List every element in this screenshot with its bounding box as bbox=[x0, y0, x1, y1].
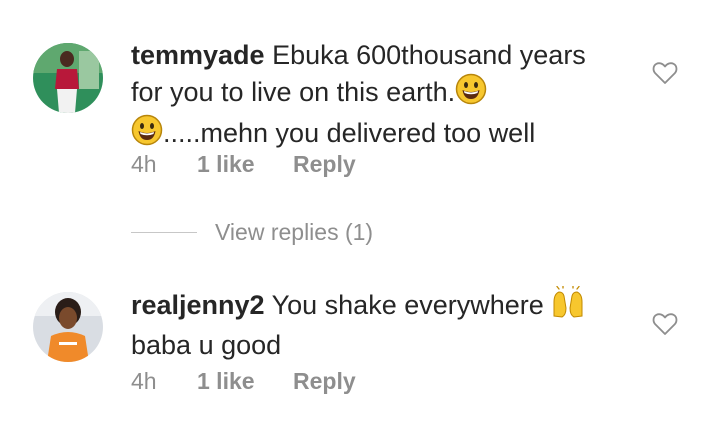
username[interactable]: temmyade bbox=[131, 40, 265, 70]
avatar[interactable] bbox=[33, 292, 103, 362]
grinning-face-icon bbox=[131, 114, 163, 155]
username[interactable]: realjenny2 bbox=[131, 290, 265, 320]
like-count[interactable]: 1 like bbox=[197, 151, 293, 178]
reply-button[interactable]: Reply bbox=[293, 368, 356, 395]
view-replies-button[interactable]: View replies (1) bbox=[131, 219, 373, 246]
timestamp: 4h bbox=[131, 368, 157, 394]
comment-text: realjenny2 You shake everywhere baba u g… bbox=[131, 285, 601, 363]
grinning-face-icon bbox=[455, 73, 487, 114]
comment-body-continued: baba u good bbox=[131, 330, 282, 360]
comment-body-continued: .....mehn you delivered too well bbox=[163, 118, 536, 148]
timestamp: 4h bbox=[131, 151, 157, 177]
avatar[interactable] bbox=[33, 43, 103, 113]
like-heart-icon[interactable] bbox=[652, 60, 678, 86]
comment-body: You shake everywhere bbox=[264, 290, 552, 320]
reply-button[interactable]: Reply bbox=[293, 151, 356, 178]
comment-meta: 4h 1 like Reply bbox=[131, 151, 356, 178]
like-heart-icon[interactable] bbox=[652, 311, 678, 337]
view-replies-label[interactable]: View replies (1) bbox=[215, 219, 373, 246]
like-count[interactable]: 1 like bbox=[197, 368, 293, 395]
comment-meta: 4h 1 like Reply bbox=[131, 368, 356, 395]
comment-text: temmyade Ebuka 600thousand years for you… bbox=[131, 37, 601, 155]
divider-line bbox=[131, 232, 197, 233]
raising-hands-icon bbox=[551, 285, 585, 327]
